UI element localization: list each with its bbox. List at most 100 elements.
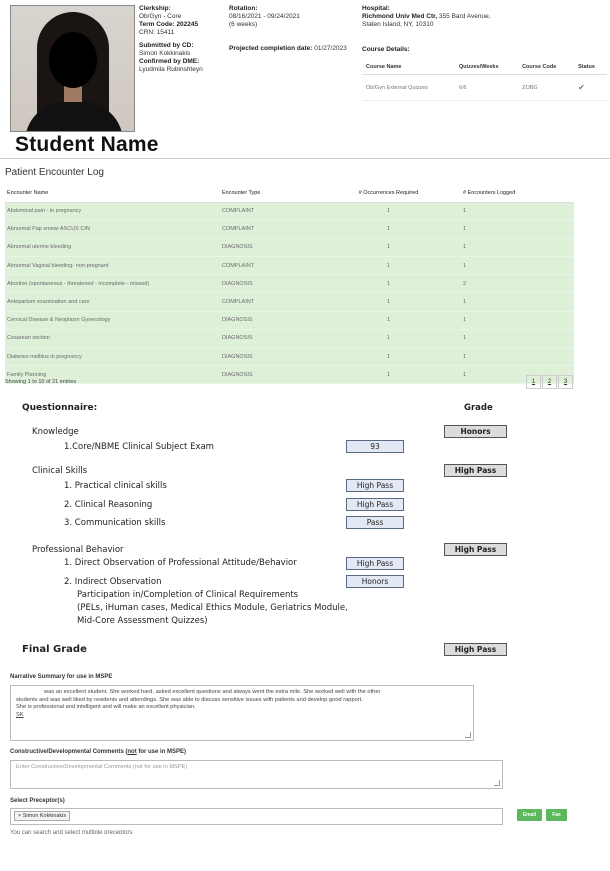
col-encounter-name[interactable]: Encounter Name: [5, 184, 220, 203]
table-row: Abnormal uterine bleeding DIAGNOSIS 1 1: [5, 238, 574, 258]
submitted-by: Simon Kokkinakis: [139, 50, 191, 57]
constructive-label: Constructive/Developmental Comments (not…: [10, 749, 186, 755]
check-icon: ✔: [574, 74, 607, 101]
occurrences-required: 1: [340, 329, 437, 349]
rotation-label: Rotation:: [229, 5, 258, 12]
preceptor-tag[interactable]: × Simon Kokkinakis: [14, 811, 71, 821]
col-course-name: Course Name: [362, 60, 455, 75]
course-details-table: Course Name Quizzes/Weeks Course Code St…: [362, 60, 607, 101]
narrative-textarea[interactable]: was an excellent student. She worked har…: [10, 685, 474, 741]
professional-item-1-value: High Pass: [346, 557, 404, 570]
narrative-line-4: SK: [16, 711, 24, 718]
page-3-link[interactable]: 3: [558, 375, 573, 389]
col-encounters-logged[interactable]: # Encounters Logged: [437, 184, 574, 203]
occurrences-required: 1: [340, 292, 437, 312]
encounter-name: Abnormal Vaginal bleeding- non-pregnant: [5, 256, 220, 276]
encounter-type: DIAGNOSIS: [220, 311, 340, 330]
encounter-name: Abortion (spontaneous - threatened - inc…: [5, 274, 220, 294]
clinical-item-2: 2. Clinical Reasoning: [64, 500, 153, 510]
narrative-line-1: was an excellent student. She worked har…: [44, 689, 381, 695]
student-name: Student Name: [15, 133, 159, 156]
occurrences-required: 1: [340, 238, 437, 258]
occurrences-required: 1: [340, 311, 437, 330]
clinical-item-3: 3. Communication skills: [64, 518, 166, 528]
professional-note-2: (PELs, iHuman cases, Medical Ethics Modu…: [77, 603, 348, 613]
student-photo: [10, 5, 135, 132]
knowledge-item-1: 1.Core/NBME Clinical Subject Exam: [64, 442, 214, 452]
col-occurrences-required[interactable]: # Occurrences Required: [340, 184, 437, 203]
table-row: Cesarean section DIAGNOSIS 1 1: [5, 329, 574, 349]
knowledge-label: Knowledge: [32, 427, 79, 437]
professional-behavior-label: Professional Behavior: [32, 545, 124, 555]
encounter-name: Cervical Disease & Neoplasm Gynecology: [5, 311, 220, 330]
table-header-row: Course Name Quizzes/Weeks Course Code St…: [362, 60, 607, 75]
clinical-item-1-value: High Pass: [346, 479, 404, 492]
professional-note-3: Mid-Core Assessment Quizzes): [77, 616, 208, 626]
hospital-name: Richmond Univ Med Ctr,: [362, 13, 438, 20]
col-encounter-type[interactable]: Encounter Type: [220, 184, 340, 203]
encounter-name: Abdominal pain - in pregnancy: [5, 202, 220, 221]
page-2-link[interactable]: 2: [542, 375, 557, 389]
term-code: Term Code: 202245: [139, 21, 199, 28]
header-divider: [0, 158, 610, 159]
table-row: Cervical Disease & Neoplasm Gynecology DI…: [5, 311, 574, 330]
narrative-label: Narrative Summary for use in MSPE: [10, 674, 113, 680]
table-row: Antepartum examination and care COMPLAINT…: [5, 292, 574, 312]
table-row: Abortion (spontaneous - threatened - inc…: [5, 274, 574, 294]
occurrences-required: 1: [340, 365, 437, 385]
encounters-logged: 1: [437, 256, 574, 276]
occurrences-required: 1: [340, 220, 437, 239]
preceptor-select[interactable]: [10, 808, 503, 825]
page-1-link[interactable]: 1: [526, 375, 541, 389]
preceptor-label: Select Preceptor(s): [10, 798, 65, 804]
email-button[interactable]: Email: [517, 809, 542, 821]
rotation-weeks: (6 weeks): [229, 21, 258, 28]
encounters-logged: 1: [437, 329, 574, 349]
clinical-skills-label: Clinical Skills: [32, 466, 88, 476]
constructive-label-post: for use in MSPE): [136, 749, 187, 755]
crn: CRN: 15411: [139, 29, 175, 36]
narrative-line-3: She is professional and intelligent and …: [16, 704, 196, 710]
submitted-label: Submitted by CD:: [139, 42, 194, 49]
occurrences-required: 1: [340, 256, 437, 276]
final-grade-label: Final Grade: [22, 644, 87, 655]
clerkship-info: Clerkship: Ob/Gyn - Core Term Code: 2022…: [139, 5, 203, 74]
questionnaire-title: Questionnaire:: [22, 403, 98, 413]
encounter-type: DIAGNOSIS: [220, 365, 340, 385]
col-quizzes: Quizzes/Weeks: [454, 60, 519, 75]
clinical-item-3-value: Pass: [346, 516, 404, 529]
table-row: Abdominal pain - in pregnancy COMPLAINT 1 1: [5, 202, 574, 221]
encounter-type: DIAGNOSIS: [220, 347, 340, 367]
resize-handle-icon[interactable]: [494, 780, 500, 786]
professional-note-1: Participation in/Completion of Clinical …: [77, 590, 299, 600]
clerkship-name: Ob/Gyn - Core: [139, 13, 182, 20]
fax-button[interactable]: Fax: [546, 809, 567, 821]
course-details-label: Course Details:: [362, 46, 410, 53]
hospital-address1: 355 Bard Avenue,: [437, 13, 491, 20]
encounters-logged: 1: [437, 347, 574, 367]
projected-label: Projected completion date:: [229, 45, 313, 52]
encounter-type: COMPLAINT: [220, 220, 340, 239]
encounter-log-title: Patient Encounter Log: [5, 167, 104, 178]
projected-completion: Projected completion date: 01/27/2023: [229, 45, 347, 53]
projected-date: 01/27/2023: [314, 45, 347, 52]
hospital-info: Hospital: Richmond Univ Med Ctr, 355 Bar…: [362, 5, 491, 29]
table-row: Ob/Gyn External Quizzes 6/6 ZOBG ✔: [362, 74, 607, 101]
narrative-line-2: students and was well liked by residents…: [16, 696, 363, 703]
clinical-skills-grade: High Pass: [444, 464, 507, 477]
resize-handle-icon[interactable]: [465, 732, 471, 738]
confirmed-label: Confirmed by DME:: [139, 58, 200, 65]
professional-item-2: 2. Indirect Observation: [64, 577, 162, 587]
constructive-label-pre: Constructive/Developmental Comments (: [10, 749, 128, 755]
table-row: Family Planning DIAGNOSIS 1 1: [5, 365, 574, 385]
knowledge-item-1-value: 93: [346, 440, 404, 453]
course-name: Ob/Gyn External Quizzes: [362, 74, 455, 101]
encounter-name: Antepartum examination and care: [5, 292, 220, 312]
col-status: Status: [574, 60, 607, 75]
rotation-dates: 08/16/2021 - 09/24/2021: [229, 13, 300, 20]
clinical-item-1: 1. Practical clinical skills: [64, 481, 167, 491]
occurrences-required: 1: [340, 202, 437, 221]
constructive-textarea[interactable]: Enter Constructive/Developmental Comment…: [10, 760, 503, 789]
encounter-type: COMPLAINT: [220, 256, 340, 276]
grade-header: Grade: [464, 403, 493, 413]
